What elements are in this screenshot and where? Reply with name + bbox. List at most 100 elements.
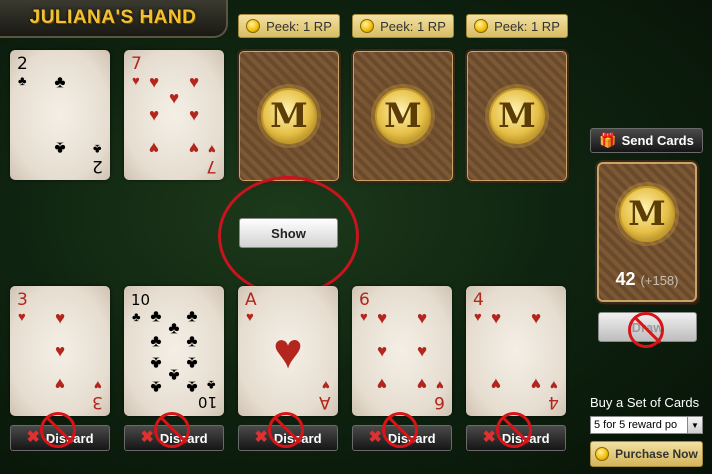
club-icon: ♣ [186,306,198,326]
card-rank: 4 [548,392,559,412]
x-icon: ✖ [368,429,382,446]
card-rank: 3 [92,392,103,412]
club-icon: ♣ [150,377,162,397]
card-rank: 6 [434,392,445,412]
club-icon: ♣ [168,365,180,385]
m-emblem-icon: M [375,88,431,144]
card-top-3-facedown[interactable]: M [239,51,339,181]
m-emblem-icon: M [619,186,675,242]
club-icon: ♣ [207,378,216,393]
heart-icon: ♥ [490,308,502,328]
heart-icon: ♥ [490,374,502,394]
club-icon: ♣ [18,73,27,88]
peek-button-1[interactable]: Peek: 1 RP [238,14,340,38]
coin-icon [474,19,489,33]
heart-icon: ♥ [246,309,254,324]
deck-count-extra: (+158) [640,273,679,288]
m-emblem-icon: M [261,88,317,144]
card-rank: 2 [17,54,28,74]
card-rank: A [245,290,257,310]
card-rank: 3 [17,290,28,310]
x-icon: ✖ [26,429,40,446]
card-top-1[interactable]: 2 ♣ ♣ ♣ ♣ 2 [10,50,110,180]
selected-option: 5 for 5 reward po [594,419,678,431]
peek-button-3[interactable]: Peek: 1 RP [466,14,568,38]
heart-icon: ♥ [188,105,200,125]
club-icon: ♣ [168,318,180,338]
show-button-label: Show [271,225,306,241]
purchase-label: Purchase Now [615,447,698,461]
heart-icon: ♥ [322,378,330,393]
hand-title: JULIANA'S HAND [29,7,197,28]
peek-button-2[interactable]: Peek: 1 RP [352,14,454,38]
heart-icon: ♥ [550,378,558,393]
card-rank: 7 [206,156,217,176]
x-icon: ✖ [254,429,268,446]
card-top-4-facedown[interactable]: M [353,51,453,181]
coin-icon [595,447,610,461]
card-bottom-4[interactable]: 6 ♥ ♥ ♥ ♥ ♥ ♥ ♥ ♥ 6 [352,286,452,416]
club-icon: ♣ [186,331,198,351]
heart-icon: ♥ [148,105,160,125]
heart-icon: ♥ [54,374,66,394]
peek-label: Peek: 1 RP [494,18,560,34]
send-cards-button[interactable]: 🎁 Send Cards [590,128,703,153]
heart-icon: ♥ [148,138,160,158]
send-cards-label: Send Cards [621,133,694,148]
card-rank: 7 [131,54,142,74]
club-icon: ♣ [150,353,162,373]
draw-deck[interactable]: M 42 (+158) [597,162,697,302]
prohibited-icon [496,412,532,448]
card-bottom-2[interactable]: 10 ♣ ♣ ♣ ♣ ♣ ♣ ♣ ♣ ♣ ♣ ♣ ♣ 10 [124,286,224,416]
card-bottom-5[interactable]: 4 ♥ ♥ ♥ ♥ ♥ ♥ 4 [466,286,566,416]
peek-label: Peek: 1 RP [380,18,446,34]
heart-icon: ♥ [54,341,66,361]
heart-icon: ♥ [530,308,542,328]
card-rank: A [319,392,331,412]
hand-title-tab: JULIANA'S HAND [0,0,228,38]
prohibited-icon [628,312,664,348]
club-icon: ♣ [150,306,162,326]
coin-icon [360,19,375,33]
club-icon: ♣ [54,138,66,158]
card-bottom-1[interactable]: 3 ♥ ♥ ♥ ♥ ♥ 3 [10,286,110,416]
card-set-select[interactable]: 5 for 5 reward po ▼ [590,416,703,434]
heart-icon: ♥ [416,374,428,394]
heart-icon: ♥ [416,341,428,361]
dropdown-arrow-icon[interactable]: ▼ [687,417,702,433]
heart-icon: ♥ [273,323,303,379]
prohibited-icon [268,412,304,448]
club-icon: ♣ [54,72,66,92]
card-top-2[interactable]: 7 ♥ ♥ ♥ ♥ ♥ ♥ ♥ ♥ ♥ 7 [124,50,224,180]
heart-icon: ♥ [148,72,160,92]
club-icon: ♣ [132,309,141,324]
prohibited-icon [40,412,76,448]
heart-icon: ♥ [360,309,368,324]
prohibited-icon [154,412,190,448]
club-icon: ♣ [186,353,198,373]
heart-icon: ♥ [376,374,388,394]
show-button[interactable]: Show [239,218,338,248]
card-rank: 10 [197,393,217,411]
heart-icon: ♥ [188,72,200,92]
coin-icon [246,19,261,33]
heart-icon: ♥ [188,138,200,158]
gift-icon: 🎁 [599,132,617,148]
x-icon: ✖ [482,429,496,446]
club-icon: ♣ [93,142,102,157]
heart-icon: ♥ [376,341,388,361]
heart-icon: ♥ [376,308,388,328]
card-top-5-facedown[interactable]: M [467,51,567,181]
card-rank: 2 [92,156,103,176]
club-icon: ♣ [186,377,198,397]
heart-icon: ♥ [54,308,66,328]
heart-icon: ♥ [208,142,216,157]
purchase-now-button[interactable]: Purchase Now [590,441,703,467]
card-bottom-3[interactable]: A ♥ ♥ ♥ A [238,286,338,416]
card-rank: 10 [131,291,151,309]
x-icon: ✖ [140,429,154,446]
buy-set-label: Buy a Set of Cards [590,395,700,410]
peek-label: Peek: 1 RP [266,18,332,34]
prohibited-icon [382,412,418,448]
deck-count-value: 42 [615,269,636,289]
